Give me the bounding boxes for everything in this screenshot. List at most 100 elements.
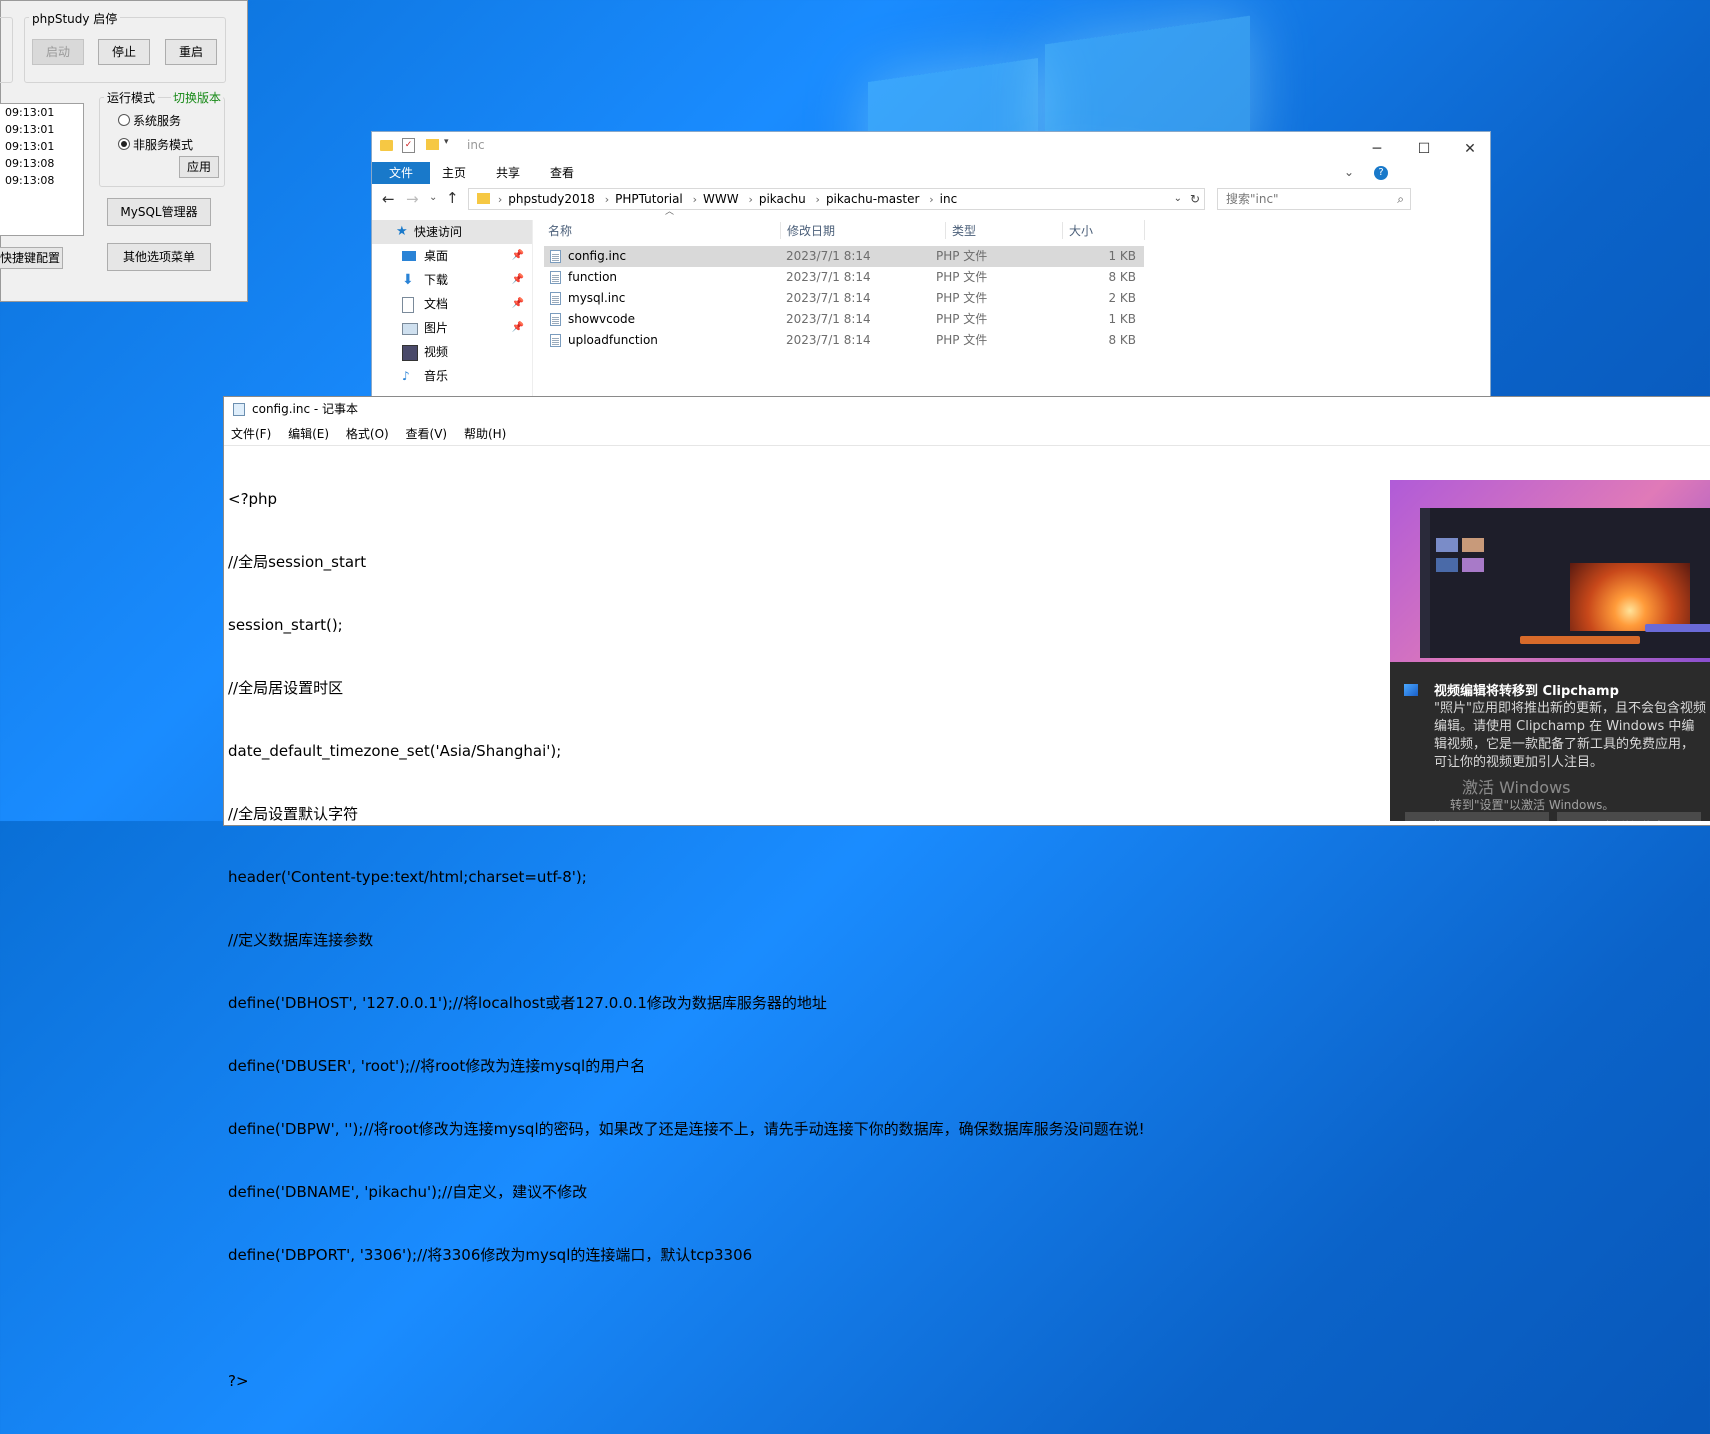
radio-system-service-label: 系统服务 bbox=[133, 114, 182, 128]
file-name: showvcode bbox=[568, 312, 636, 326]
file-type: PHP 文件 bbox=[936, 270, 988, 284]
picture-icon bbox=[402, 323, 418, 335]
tab-share[interactable]: 共享 bbox=[486, 162, 530, 184]
nav-documents[interactable]: 文档 📌 bbox=[372, 292, 532, 316]
nav-label: 下载 bbox=[424, 273, 449, 287]
restart-button[interactable]: 重启 bbox=[165, 39, 217, 65]
breadcrumb-item[interactable]: phpstudy2018 bbox=[508, 189, 595, 209]
learn-more-button[interactable]: 了解详细信息 bbox=[1557, 812, 1701, 821]
run-mode-label: 运行模式 bbox=[104, 89, 159, 106]
new-folder-icon[interactable] bbox=[426, 139, 439, 150]
column-type[interactable]: 类型 bbox=[945, 222, 976, 239]
menu-edit[interactable]: 编辑(E) bbox=[288, 425, 329, 443]
activate-windows-watermark: 激活 Windows bbox=[1462, 778, 1571, 797]
tab-file[interactable]: 文件 bbox=[372, 162, 431, 184]
clipchamp-toast[interactable]: 视频编辑将转移到 Clipchamp "照片"应用即将推出新的更新，且不会包含视… bbox=[1390, 480, 1710, 821]
pin-icon[interactable]: 📌 bbox=[512, 244, 524, 268]
tab-view[interactable]: 查看 bbox=[540, 162, 584, 184]
app-thumb bbox=[1436, 538, 1458, 552]
nav-pictures[interactable]: 图片 📌 bbox=[372, 316, 532, 340]
breadcrumb-item[interactable]: inc bbox=[940, 189, 958, 209]
mysql-manager-button[interactable]: MySQL管理器 bbox=[107, 198, 211, 226]
column-date[interactable]: 修改日期 bbox=[780, 222, 835, 239]
shortcut-config-button[interactable]: 快捷键配置 bbox=[0, 247, 63, 269]
get-clipchamp-button[interactable]: 获取 Clipchamp bbox=[1405, 812, 1549, 821]
start-button[interactable]: 启动 bbox=[32, 39, 84, 65]
back-icon[interactable]: ← bbox=[382, 190, 395, 208]
tab-home[interactable]: 主页 bbox=[432, 162, 476, 184]
nav-downloads[interactable]: ⬇ 下载 📌 bbox=[372, 268, 532, 292]
window-title: config.inc - 记事本 bbox=[252, 402, 359, 416]
code-line: define('DBHOST', '127.0.0.1');//将localho… bbox=[228, 994, 827, 1012]
radio-circle[interactable] bbox=[118, 114, 130, 126]
code-line: session_start(); bbox=[228, 616, 343, 634]
nav-desktop[interactable]: 桌面 📌 bbox=[372, 244, 532, 268]
search-placeholder: 搜索"inc" bbox=[1226, 192, 1279, 206]
address-dropdown-icon[interactable]: ⌄ bbox=[1174, 189, 1182, 209]
menu-file[interactable]: 文件(F) bbox=[231, 425, 271, 443]
breadcrumb-item[interactable]: WWW bbox=[703, 189, 739, 209]
close-icon[interactable]: ✕ bbox=[1450, 138, 1490, 160]
menu-format[interactable]: 格式(O) bbox=[346, 425, 389, 443]
qat-dropdown-icon[interactable]: ▾ bbox=[444, 137, 449, 147]
file-row[interactable]: config.inc 2023/7/1 8:14 PHP 文件 1 KB bbox=[544, 246, 1144, 267]
maximize-icon[interactable]: ☐ bbox=[1404, 138, 1444, 160]
menu-divider bbox=[224, 445, 1710, 446]
properties-icon[interactable]: ✓ bbox=[402, 138, 415, 153]
log-line: 09:13:01 bbox=[5, 140, 55, 153]
address-bar[interactable]: › phpstudy2018 › PHPTutorial › WWW › pikachu… bbox=[468, 188, 1205, 210]
title-bar[interactable]: config.inc - 记事本 bbox=[224, 397, 1710, 421]
minimize-icon[interactable]: ─ bbox=[1357, 138, 1397, 160]
radio-system-service[interactable]: 系统服务 bbox=[118, 112, 181, 129]
stop-button[interactable]: 停止 bbox=[98, 39, 150, 65]
breadcrumb-item[interactable]: pikachu-master bbox=[826, 189, 920, 209]
file-row[interactable]: showvcode 2023/7/1 8:14 PHP 文件 1 KB bbox=[544, 309, 1144, 330]
title-bar[interactable]: ✓ ▾ inc ─ ☐ ✕ bbox=[372, 132, 1490, 160]
text-editor[interactable]: <?php //全局session_start session_start();… bbox=[228, 447, 1145, 1434]
file-icon bbox=[550, 313, 561, 326]
search-input[interactable]: 搜索"inc" ⌕ bbox=[1217, 188, 1411, 210]
nav-music[interactable]: ♪ 音乐 bbox=[372, 364, 532, 388]
menu-help[interactable]: 帮助(H) bbox=[464, 425, 506, 443]
switch-version-link[interactable]: 切换版本 bbox=[171, 89, 224, 106]
menu-view[interactable]: 查看(V) bbox=[406, 425, 448, 443]
file-row[interactable]: mysql.inc 2023/7/1 8:14 PHP 文件 2 KB bbox=[544, 288, 1144, 309]
toast-title: 视频编辑将转移到 Clipchamp bbox=[1434, 684, 1619, 699]
file-name: function bbox=[568, 270, 618, 284]
nav-label: 音乐 bbox=[424, 369, 449, 383]
file-icon bbox=[550, 271, 561, 284]
pin-icon[interactable]: 📌 bbox=[512, 292, 524, 316]
nav-quick-access[interactable]: ★ 快速访问 bbox=[372, 220, 532, 244]
other-options-button[interactable]: 其他选项菜单 bbox=[107, 243, 211, 271]
clipchamp-screenshot bbox=[1420, 508, 1710, 658]
file-row[interactable]: function 2023/7/1 8:14 PHP 文件 8 KB bbox=[544, 267, 1144, 288]
column-name[interactable]: 名称 bbox=[548, 222, 572, 239]
code-line: header('Content-type:text/html;charset=u… bbox=[228, 868, 587, 886]
document-icon bbox=[402, 297, 414, 313]
music-icon: ♪ bbox=[402, 369, 410, 383]
file-row[interactable]: uploadfunction 2023/7/1 8:14 PHP 文件 8 KB bbox=[544, 330, 1144, 351]
menu-bar: 文件(F) 编辑(E) 格式(O) 查看(V) 帮助(H) bbox=[231, 425, 519, 443]
file-name: mysql.inc bbox=[568, 291, 626, 305]
code-line: date_default_timezone_set('Asia/Shanghai… bbox=[228, 742, 562, 760]
file-type: PHP 文件 bbox=[936, 291, 988, 305]
code-line: //定义数据库连接参数 bbox=[228, 931, 374, 949]
radio-circle-selected[interactable] bbox=[118, 138, 130, 150]
toast-body: "照片"应用即将推出新的更新，且不会包含视频编辑。请使用 Clipchamp 在… bbox=[1434, 701, 1706, 770]
column-size[interactable]: 大小 bbox=[1062, 222, 1093, 239]
forward-icon[interactable]: → bbox=[406, 190, 419, 208]
apply-button[interactable]: 应用 bbox=[179, 156, 219, 178]
up-icon[interactable]: ↑ bbox=[446, 189, 459, 207]
ribbon-expand-icon[interactable]: ⌄ bbox=[1344, 165, 1354, 179]
pin-icon[interactable]: 📌 bbox=[512, 316, 524, 340]
refresh-icon[interactable]: ↻ bbox=[1190, 189, 1200, 209]
pin-icon[interactable]: 📌 bbox=[512, 268, 524, 292]
nav-videos[interactable]: 视频 bbox=[372, 340, 532, 364]
recent-dropdown-icon[interactable]: ⌄ bbox=[429, 192, 437, 203]
file-date: 2023/7/1 8:14 bbox=[786, 249, 871, 263]
log-list[interactable]: 09:13:01 09:13:01 09:13:01 09:13:08 09:1… bbox=[0, 103, 84, 236]
radio-non-service[interactable]: 非服务模式 bbox=[118, 136, 193, 153]
file-name: uploadfunction bbox=[568, 333, 658, 347]
help-icon[interactable]: ? bbox=[1374, 166, 1388, 180]
breadcrumb-item[interactable]: pikachu bbox=[759, 189, 806, 209]
